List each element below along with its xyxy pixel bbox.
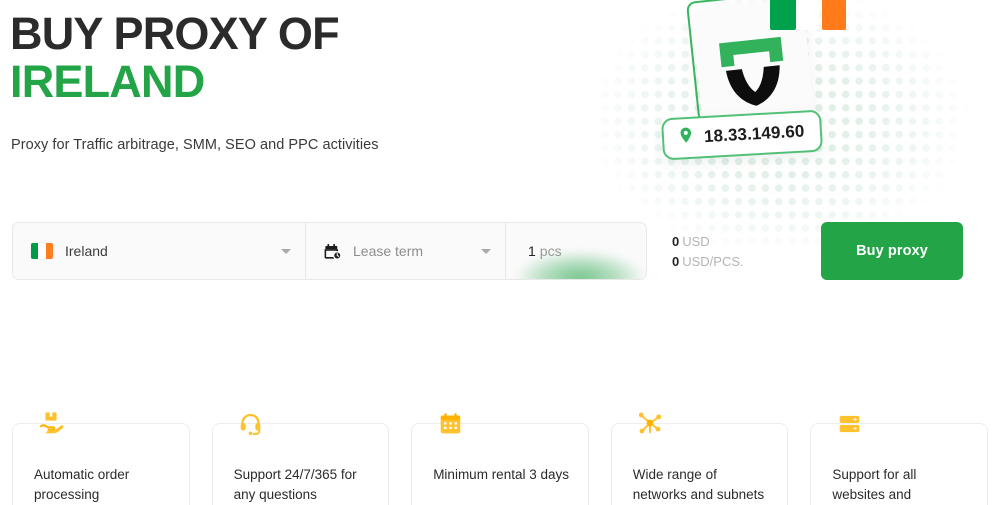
quantity-input[interactable]: 1 pcs — [505, 223, 646, 279]
price-total-amount: 0 — [672, 234, 680, 249]
ip-address-text: 18.33.149.60 — [703, 121, 805, 146]
lease-term-label: Lease term — [353, 243, 424, 259]
flag-strip-orange — [822, 0, 846, 30]
network-nodes-icon — [633, 406, 667, 440]
price-total-row: 0 USD — [672, 232, 744, 252]
location-pin-icon — [676, 126, 695, 150]
headset-icon — [234, 406, 268, 440]
price-summary: 0 USD 0 USD/PCS. — [672, 232, 744, 272]
quantity-value: 1 — [528, 243, 536, 259]
server-stack-icon — [832, 406, 866, 440]
ip-address-badge: 18.33.149.60 — [660, 109, 824, 161]
hero-illustration: 18.33.149.60 — [600, 0, 1000, 200]
shield-logo-icon — [714, 31, 791, 110]
page-subtitle: Proxy for Traffic arbitrage, SMM, SEO an… — [11, 137, 379, 153]
country-select[interactable]: Ireland — [13, 223, 305, 279]
chevron-down-icon — [281, 249, 291, 254]
feature-list: Automatic order processing Support 24/7/… — [12, 412, 988, 505]
country-select-label: Ireland — [65, 243, 108, 259]
feature-card: Wide range of networks and subnets — [610, 412, 789, 505]
price-unit-currency: USD/PCS. — [682, 254, 744, 270]
feature-card: Minimum rental 3 days — [411, 412, 589, 505]
feature-title: Wide range of networks and subnets — [632, 467, 765, 502]
landing-page: 18.33.149.60 BUY PROXY OF IRELAND Proxy … — [0, 0, 1000, 505]
buy-proxy-button[interactable]: Buy proxy — [821, 222, 963, 280]
page-title: BUY PROXY OF IRELAND — [10, 8, 340, 108]
ireland-flag-icon — [31, 243, 53, 259]
price-unit-amount: 0 — [672, 254, 680, 270]
feature-card: Automatic order processing — [12, 412, 190, 505]
order-form: Ireland Lease term 1 pcs — [12, 222, 647, 280]
flag-strip-white — [799, 0, 819, 30]
page-title-line1: BUY PROXY OF — [10, 8, 340, 59]
lease-term-select[interactable]: Lease term — [305, 223, 505, 279]
flag-strip-green — [770, 0, 796, 30]
feature-title: Support 24/7/365 for any questions — [233, 467, 357, 502]
feature-title: Minimum rental 3 days — [433, 467, 569, 482]
feature-card: Support 24/7/365 for any questions — [211, 413, 390, 505]
feature-card: Support for all websites and programs — [810, 415, 988, 505]
feature-title: Support for all websites and programs — [832, 467, 917, 502]
price-unit-row: 0 USD/PCS. — [672, 252, 744, 272]
page-title-line2: IRELAND — [10, 56, 205, 108]
chevron-down-icon — [481, 249, 491, 254]
calendar-icon — [433, 406, 467, 440]
order-box-hand-icon — [34, 406, 68, 440]
feature-title: Automatic order processing — [34, 467, 130, 502]
calendar-clock-icon — [323, 242, 342, 261]
quantity-unit: pcs — [539, 243, 562, 259]
price-total-currency: USD — [682, 234, 710, 249]
